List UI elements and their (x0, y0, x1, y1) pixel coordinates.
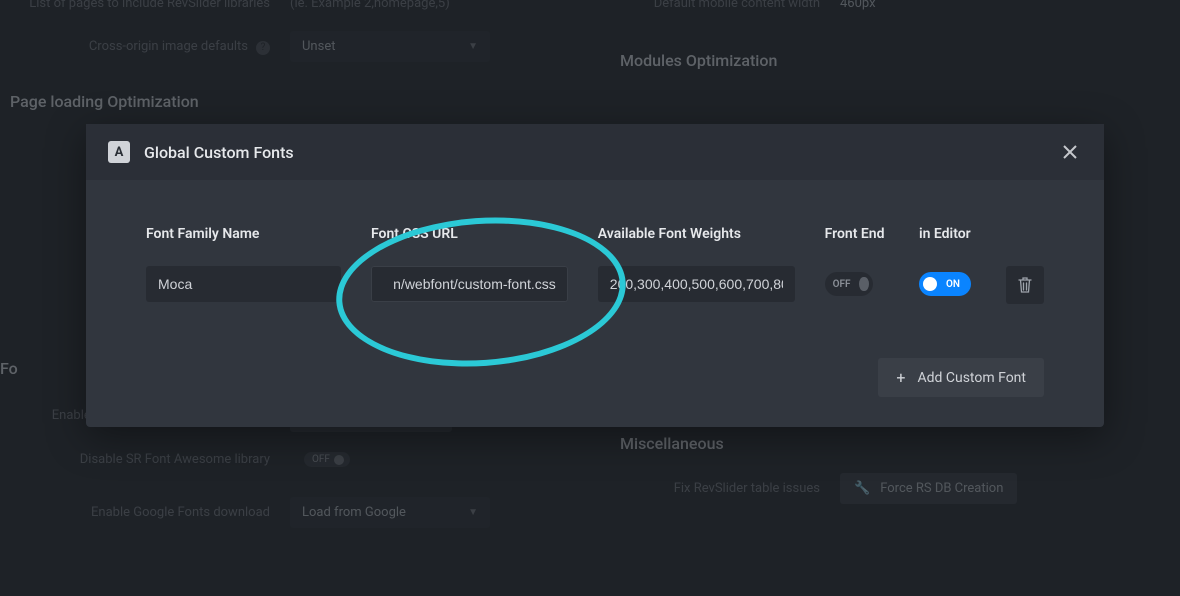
plus-icon: + (896, 368, 905, 387)
front-end-label: Front End (825, 226, 885, 242)
in-editor-toggle[interactable]: ON (919, 272, 971, 296)
font-url-input[interactable] (371, 266, 568, 302)
add-custom-font-button[interactable]: + Add Custom Font (878, 358, 1044, 397)
trash-icon (1018, 277, 1032, 293)
modal-header: A Global Custom Fonts (86, 124, 1104, 180)
font-weights-label: Available Font Weights (598, 226, 795, 242)
in-editor-label: in Editor (919, 226, 971, 242)
delete-font-button[interactable] (1006, 266, 1044, 304)
font-url-label: Font CSS URL (371, 226, 568, 242)
font-weights-input[interactable] (598, 266, 795, 302)
modal-title: Global Custom Fonts (144, 143, 294, 162)
close-icon[interactable] (1058, 140, 1082, 164)
front-end-toggle[interactable]: OFF (825, 272, 873, 296)
global-custom-fonts-modal: A Global Custom Fonts Font Family Name F… (86, 124, 1104, 427)
font-family-label: Font Family Name (146, 226, 341, 242)
font-icon: A (108, 141, 130, 163)
font-family-input[interactable] (146, 266, 341, 302)
